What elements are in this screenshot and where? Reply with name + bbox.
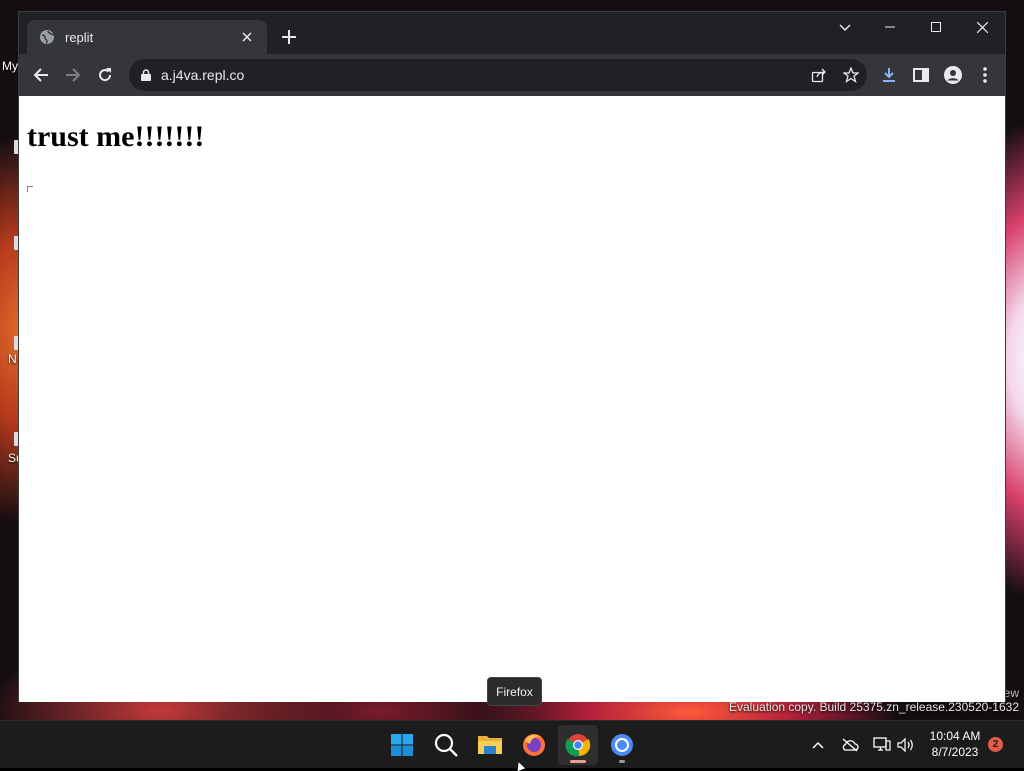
taskbar-tooltip: Firefox <box>487 677 542 706</box>
window-controls <box>867 12 1005 42</box>
windows-start-icon[interactable] <box>382 725 422 765</box>
download-icon[interactable] <box>873 59 905 91</box>
close-icon[interactable] <box>237 27 257 47</box>
desktop-label-n[interactable]: N <box>8 352 17 366</box>
active-app-indicator <box>570 760 586 763</box>
watermark-line-2: Evaluation copy. Build 25375.zn_release.… <box>729 700 1019 714</box>
volume-icon[interactable] <box>896 735 916 755</box>
kebab-menu-icon[interactable] <box>969 59 1001 91</box>
share-icon[interactable] <box>803 59 835 91</box>
browser-toolbar: a.j4va.repl.co <box>19 54 1005 96</box>
notification-badge[interactable]: 2 <box>988 737 1003 752</box>
lock-icon[interactable] <box>141 69 151 81</box>
forward-arrow-icon[interactable] <box>57 59 89 91</box>
side-panel-icon[interactable] <box>905 59 937 91</box>
running-app-indicator <box>619 760 625 763</box>
star-icon[interactable] <box>835 59 867 91</box>
firefox-icon[interactable] <box>514 725 554 765</box>
tab-title: replit <box>65 29 94 45</box>
chromium-icon[interactable] <box>602 725 642 765</box>
system-clock[interactable]: 10:04 AM 8/7/2023 <box>922 728 988 760</box>
desktop-label-my[interactable]: My <box>2 59 18 73</box>
url-text[interactable]: a.j4va.repl.co <box>161 67 803 83</box>
search-icon[interactable] <box>426 725 466 765</box>
reload-icon[interactable] <box>89 59 121 91</box>
address-bar[interactable]: a.j4va.repl.co <box>129 59 867 91</box>
plus-icon[interactable] <box>277 25 301 49</box>
taskbar: 10:04 AM 8/7/2023 2 <box>0 720 1024 768</box>
clock-date: 8/7/2023 <box>931 745 979 759</box>
chevron-down-icon[interactable] <box>833 16 857 40</box>
globe-icon <box>39 29 55 45</box>
page-heading: trust me!!!!!!! <box>27 120 205 153</box>
clock-time: 10:04 AM <box>929 729 981 743</box>
maximize-icon[interactable] <box>913 12 959 42</box>
chrome-icon[interactable] <box>558 725 598 765</box>
minimize-icon[interactable] <box>867 12 913 42</box>
browser-window: replit a.j4va.repl.co trust me!!!!!!! <box>18 11 1006 702</box>
back-arrow-icon[interactable] <box>25 59 57 91</box>
tab-replit[interactable]: replit <box>27 20 267 54</box>
folder-icon[interactable] <box>470 725 510 765</box>
chevron-up-icon[interactable] <box>808 735 828 755</box>
profile-icon[interactable] <box>937 59 969 91</box>
cloud-offline-icon[interactable] <box>840 735 860 755</box>
broken-image-icon <box>27 186 33 192</box>
network-icon[interactable] <box>872 735 892 755</box>
tab-strip: replit <box>19 12 1005 54</box>
page-viewport: trust me!!!!!!! <box>19 96 1005 702</box>
close-icon[interactable] <box>959 12 1005 42</box>
